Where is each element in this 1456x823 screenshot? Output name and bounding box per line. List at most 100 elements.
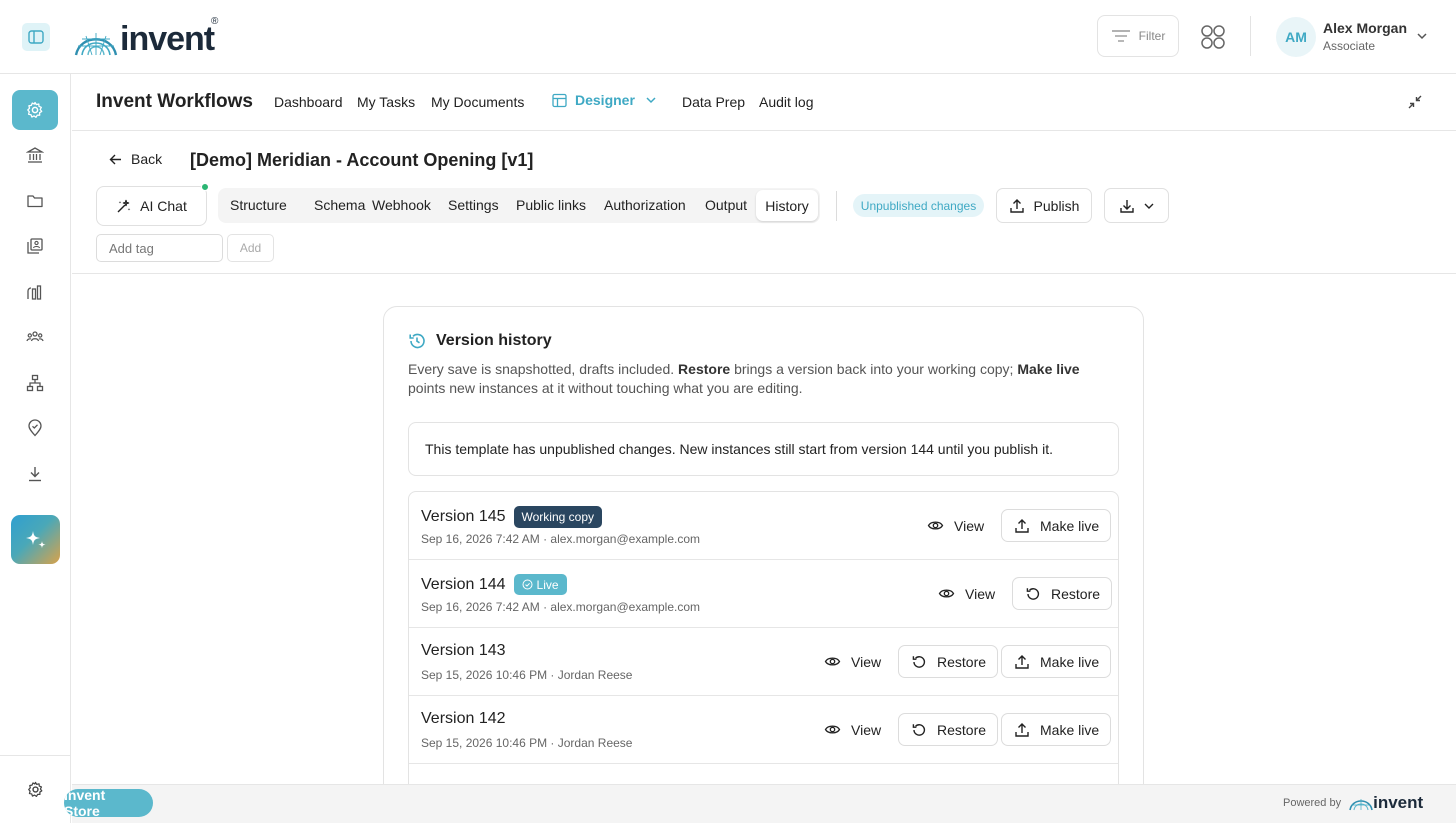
live-badge-label: Live bbox=[536, 577, 559, 592]
rail-item-analytics[interactable] bbox=[22, 279, 48, 305]
rail-item-library[interactable] bbox=[22, 233, 48, 259]
header-divider bbox=[72, 273, 1456, 274]
eye-icon bbox=[927, 521, 944, 530]
minimize-icon[interactable] bbox=[1407, 94, 1423, 110]
tab-public-links[interactable]: Public links bbox=[516, 197, 586, 213]
back-label: Back bbox=[131, 151, 163, 167]
desc-make-live-term: Make live bbox=[1017, 361, 1080, 377]
unpublished-changes-badge: Unpublished changes bbox=[853, 194, 984, 217]
sidebar-toggle-button[interactable] bbox=[22, 23, 50, 51]
tab-structure[interactable]: Structure bbox=[230, 197, 287, 213]
folder-icon bbox=[27, 195, 43, 208]
footer-bar bbox=[72, 784, 1456, 823]
version-name: Version 144 Live bbox=[421, 574, 567, 595]
rail-item-folder[interactable] bbox=[22, 188, 48, 214]
back-button[interactable]: Back bbox=[108, 151, 162, 167]
powered-by-label: Powered by bbox=[1283, 797, 1342, 809]
make-live-label: Make live bbox=[1040, 653, 1100, 670]
add-tag-button[interactable]: Add bbox=[227, 234, 274, 262]
version-label: Version 145 bbox=[421, 508, 506, 525]
invent-store-button[interactable]: Invent Store bbox=[64, 789, 153, 817]
powered-by: Powered by invent bbox=[1283, 793, 1423, 813]
desc-text: brings a version back into your working … bbox=[730, 361, 1018, 377]
tab-output[interactable]: Output bbox=[705, 197, 747, 213]
view-button[interactable]: View bbox=[816, 645, 889, 678]
unpublished-notice: This template has unpublished changes. N… bbox=[408, 422, 1119, 476]
rail-item-location[interactable] bbox=[22, 415, 48, 441]
gear-icon bbox=[27, 101, 43, 118]
eye-icon bbox=[824, 657, 841, 666]
rail-item-team[interactable] bbox=[22, 324, 48, 350]
nav-dashboard[interactable]: Dashboard bbox=[274, 94, 343, 110]
location-pin-icon bbox=[28, 419, 42, 437]
restore-label: Restore bbox=[937, 653, 987, 670]
card-title: Version history bbox=[408, 332, 552, 350]
rail-item-app-settings[interactable] bbox=[22, 776, 48, 802]
header-divider bbox=[1250, 16, 1251, 56]
version-label: Version 144 bbox=[421, 575, 506, 593]
rail-item-hierarchy[interactable] bbox=[22, 370, 48, 396]
restore-icon bbox=[1026, 587, 1040, 600]
view-button[interactable]: View bbox=[930, 577, 1003, 610]
add-tag-input[interactable] bbox=[96, 234, 223, 262]
nav-audit-log[interactable]: Audit log bbox=[759, 94, 813, 110]
tab-webhook[interactable]: Webhook bbox=[372, 197, 431, 213]
online-status-dot bbox=[201, 183, 209, 191]
working-copy-badge: Working copy bbox=[513, 506, 602, 528]
bank-icon bbox=[26, 147, 44, 163]
library-icon bbox=[27, 238, 43, 254]
apps-grid-icon bbox=[1201, 25, 1225, 49]
ai-chat-button[interactable]: AI Chat bbox=[96, 186, 207, 226]
brand-logo[interactable]: invent ® bbox=[74, 16, 218, 56]
tab-authorization[interactable]: Authorization bbox=[604, 197, 686, 213]
user-name[interactable]: Alex Morgan bbox=[1323, 20, 1407, 36]
tab-history[interactable]: History bbox=[756, 190, 818, 221]
version-meta: Sep 15, 2026 10:46 PM · Jordan Reese bbox=[421, 668, 633, 682]
app-nav-bar: Invent Workflows Dashboard My Tasks My D… bbox=[72, 74, 1456, 131]
filter-button[interactable]: Filter bbox=[1097, 15, 1179, 57]
publish-button[interactable]: Publish bbox=[996, 188, 1092, 223]
nav-designer[interactable]: Designer bbox=[552, 92, 657, 108]
nav-data-prep[interactable]: Data Prep bbox=[682, 94, 745, 110]
logo-mark-icon bbox=[74, 33, 118, 56]
download-menu-button[interactable] bbox=[1104, 188, 1169, 223]
make-live-button[interactable]: Make live bbox=[1001, 509, 1112, 542]
version-history-card: Version history Every save is snapshotte… bbox=[383, 306, 1144, 823]
ai-assistant-button[interactable] bbox=[11, 515, 60, 564]
make-live-label: Make live bbox=[1040, 517, 1100, 534]
version-meta: Sep 16, 2026 7:42 AM · alex.morgan@examp… bbox=[421, 532, 700, 546]
chevron-down-icon bbox=[1144, 203, 1153, 209]
powered-by-brand: invent bbox=[1373, 793, 1424, 812]
designer-tabs: Structure Schema Webhook Settings Public… bbox=[218, 188, 820, 223]
restore-button[interactable]: Restore bbox=[898, 645, 999, 678]
analytics-icon bbox=[27, 285, 42, 300]
rail-item-settings[interactable] bbox=[12, 90, 58, 130]
rail-item-bank[interactable] bbox=[22, 142, 48, 168]
rail-item-download[interactable] bbox=[22, 461, 48, 487]
arrow-left-icon bbox=[109, 154, 121, 164]
nav-my-tasks[interactable]: My Tasks bbox=[357, 94, 415, 110]
chevron-down-icon bbox=[646, 97, 656, 104]
restore-button[interactable]: Restore bbox=[1012, 577, 1113, 610]
sparkles-icon bbox=[25, 530, 46, 548]
chevron-down-icon[interactable] bbox=[1416, 30, 1428, 42]
registered-mark: ® bbox=[211, 16, 219, 27]
tab-settings[interactable]: Settings bbox=[448, 197, 499, 213]
view-button[interactable]: View bbox=[816, 713, 889, 746]
make-live-button[interactable]: Make live bbox=[1001, 645, 1112, 678]
nav-my-documents[interactable]: My Documents bbox=[431, 94, 524, 110]
hierarchy-icon bbox=[26, 374, 44, 392]
ai-chat-label: AI Chat bbox=[140, 198, 187, 214]
eye-icon bbox=[824, 725, 841, 734]
tab-schema[interactable]: Schema bbox=[314, 197, 365, 213]
history-icon bbox=[409, 333, 425, 349]
app-title: Invent Workflows bbox=[96, 91, 253, 112]
avatar[interactable]: AM bbox=[1276, 17, 1316, 57]
view-button[interactable]: View bbox=[919, 509, 992, 542]
filter-label: Filter bbox=[1138, 29, 1166, 43]
top-bar: invent ® Filter AM Alex Morgan Associate bbox=[0, 0, 1456, 74]
make-live-button[interactable]: Make live bbox=[1001, 713, 1112, 746]
view-label: View bbox=[851, 653, 882, 670]
apps-grid-button[interactable] bbox=[1200, 24, 1226, 50]
restore-button[interactable]: Restore bbox=[898, 713, 999, 746]
